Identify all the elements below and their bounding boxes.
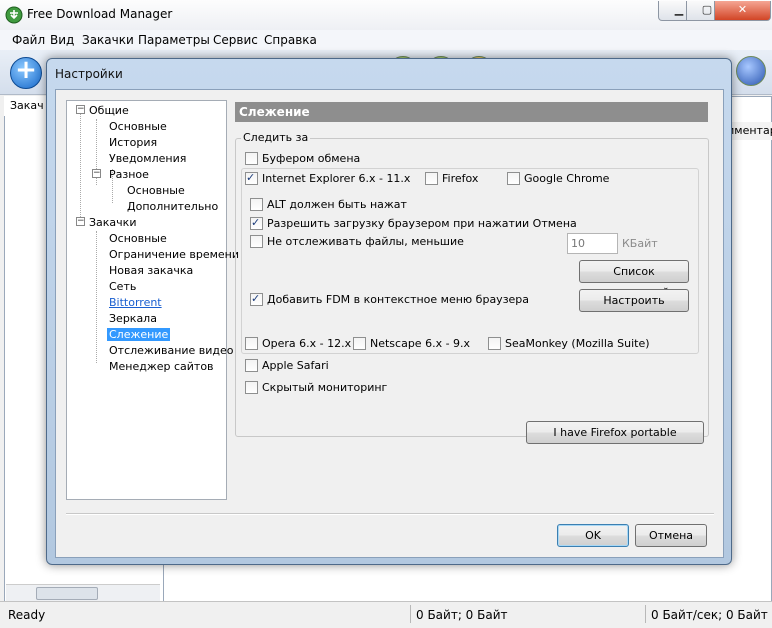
menu-file[interactable]: Файл — [12, 33, 45, 47]
tree-item-monitoring[interactable]: Слежение — [107, 328, 171, 341]
tree-item-general[interactable]: Общие — [89, 104, 129, 117]
tree-item-downloads-basic[interactable]: Основные — [109, 232, 167, 245]
tree-item-history[interactable]: История — [109, 136, 157, 149]
tree-item-misc-basic[interactable]: Основные — [127, 184, 185, 197]
group-label: Следить за — [241, 131, 311, 144]
status-size: 0 Байт; 0 Байт — [416, 608, 508, 622]
alt-checkbox[interactable]: ALT должен быть нажат — [250, 198, 407, 212]
checkbox-label: Скрытый мониторинг — [262, 381, 388, 394]
menu-downloads[interactable]: Закачки — [82, 33, 134, 47]
seamonkey-checkbox[interactable]: SeaMonkey (Mozilla Suite) — [488, 337, 650, 351]
configure-button[interactable]: Настроить — [579, 289, 689, 312]
horizontal-scrollbar[interactable] — [6, 584, 160, 601]
checkbox-label: Opera 6.x - 12.x — [262, 337, 352, 350]
toolbar-settings-icon[interactable] — [736, 56, 766, 86]
checkbox-label: Не отслеживать файлы, меньшие — [267, 235, 464, 248]
add-download-icon[interactable] — [10, 55, 42, 89]
checkbox-box[interactable] — [245, 381, 258, 394]
menu-tools[interactable]: Сервис — [213, 33, 258, 47]
window-title: Free Download Manager — [27, 7, 173, 21]
checkbox-label: Apple Safari — [262, 359, 329, 372]
context-menu-checkbox[interactable]: Добавить FDM в контекстное меню браузера — [250, 292, 530, 307]
checkbox-label: Netscape 6.x - 9.x — [370, 337, 471, 350]
section-title: Слежение — [235, 102, 708, 122]
menu-help[interactable]: Справка — [264, 33, 317, 47]
tree-item-general-basic[interactable]: Основные — [109, 120, 167, 133]
checkbox-box[interactable] — [250, 235, 263, 248]
settings-dialog: Настройки − Общие Основные История Уведо… — [46, 58, 732, 565]
tree-collapse-icon[interactable]: − — [76, 217, 85, 226]
clipboard-checkbox[interactable]: Буфером обмена — [245, 152, 360, 166]
checkbox-label: Добавить FDM в контекстное меню браузера — [267, 293, 530, 306]
dialog-body: − Общие Основные История Уведомления − Р… — [55, 89, 724, 558]
checkbox-box[interactable] — [245, 171, 258, 185]
tree-item-notifications[interactable]: Уведомления — [109, 152, 186, 165]
checkbox-box[interactable] — [250, 292, 263, 306]
status-divider — [645, 605, 646, 623]
min-size-input[interactable]: 10 — [567, 233, 618, 254]
checkbox-label: ALT должен быть нажат — [267, 198, 407, 211]
tree-item-site-manager[interactable]: Менеджер сайтов — [109, 360, 214, 373]
checkbox-box[interactable] — [250, 216, 263, 230]
fdm-logo-icon — [5, 6, 23, 24]
menu-view[interactable]: Вид — [50, 33, 74, 47]
menu-bar: Файл Вид Закачки Параметры Сервис Справк… — [0, 30, 772, 50]
status-speed: 0 Байт/сек; 0 Байт — [651, 608, 768, 622]
checkbox-label: Буфером обмена — [262, 152, 361, 165]
ok-button[interactable]: OK — [557, 524, 629, 547]
ie-checkbox[interactable]: Internet Explorer 6.x - 11.x — [245, 171, 411, 186]
dialog-title: Настройки — [55, 67, 123, 81]
checkbox-label: Internet Explorer 6.x - 11.x — [262, 172, 411, 185]
status-divider — [410, 605, 411, 623]
checkbox-label: SeaMonkey (Mozilla Suite) — [505, 337, 650, 350]
tree-item-network[interactable]: Сеть — [109, 280, 136, 293]
settings-tree: − Общие Основные История Уведомления − Р… — [66, 100, 239, 500]
netscape-checkbox[interactable]: Netscape 6.x - 9.x — [353, 337, 470, 351]
checkbox-box[interactable] — [353, 337, 366, 350]
tree-line — [96, 231, 97, 363]
tree-item-bittorrent[interactable]: Bittorrent — [109, 296, 162, 309]
checkbox-box[interactable] — [507, 172, 520, 185]
menu-options[interactable]: Параметры — [138, 33, 210, 47]
tree-item-mirrors[interactable]: Зеркала — [109, 312, 157, 325]
tree-collapse-icon[interactable]: − — [92, 169, 101, 178]
chrome-checkbox[interactable]: Google Chrome — [507, 172, 609, 186]
exceptions-button[interactable]: Список исключений — [579, 260, 689, 299]
tree-item-misc-advanced[interactable]: Дополнительно — [127, 200, 218, 213]
dialog-separator — [66, 513, 714, 515]
tree-item-misc[interactable]: Разное — [109, 168, 149, 181]
hidden-monitoring-checkbox[interactable]: Скрытый мониторинг — [245, 381, 387, 395]
tree-collapse-icon[interactable]: − — [76, 105, 85, 114]
close-button[interactable]: ✕ — [714, 1, 771, 21]
opera-checkbox[interactable]: Opera 6.x - 12.x — [245, 337, 351, 351]
tree-item-downloads[interactable]: Закачки — [89, 216, 136, 229]
checkbox-box[interactable] — [245, 359, 258, 372]
tree-item-new-download[interactable]: Новая закачка — [109, 264, 193, 277]
tree-item-time-limit[interactable]: Ограничение времени — [109, 248, 239, 261]
skip-small-files-checkbox[interactable]: Не отслеживать файлы, меньшие — [250, 235, 464, 249]
firefox-portable-button[interactable]: I have Firefox portable — [526, 421, 704, 444]
tree-item-video-monitoring[interactable]: Отслеживание видео — [109, 344, 234, 357]
allow-cancel-checkbox[interactable]: Разрешить загрузку браузером при нажатии… — [250, 216, 577, 231]
checkbox-box[interactable] — [250, 198, 263, 211]
checkbox-box[interactable] — [245, 152, 258, 165]
checkbox-label: Firefox — [442, 172, 479, 185]
safari-checkbox[interactable]: Apple Safari — [245, 359, 329, 373]
tree-line — [80, 113, 81, 223]
firefox-checkbox[interactable]: Firefox — [425, 172, 478, 186]
cancel-button[interactable]: Отмена — [635, 524, 707, 547]
checkbox-box[interactable] — [425, 172, 438, 185]
scrollbar-thumb[interactable] — [36, 587, 98, 600]
status-bar: Ready 0 Байт; 0 Байт 0 Байт/сек; 0 Байт — [0, 601, 772, 628]
status-ready: Ready — [8, 608, 46, 622]
checkbox-label: Google Chrome — [524, 172, 610, 185]
checkbox-box[interactable] — [245, 337, 258, 350]
checkbox-box[interactable] — [488, 337, 501, 350]
checkbox-label: Разрешить загрузку браузером при нажатии… — [267, 217, 577, 230]
title-bar: Free Download Manager ▁ ▢ ✕ — [0, 0, 772, 30]
min-size-unit: КБайт — [622, 237, 658, 250]
